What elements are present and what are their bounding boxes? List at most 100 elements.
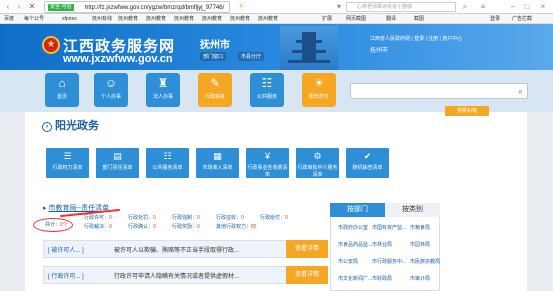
stat-force: 行政强制：0	[172, 215, 200, 221]
dept-link[interactable]: 市政府办公室	[338, 224, 368, 231]
agency-icon: ⚙	[313, 151, 322, 161]
content-panel	[25, 112, 527, 291]
market-icon: ▦	[213, 151, 222, 161]
ext-tool[interactable]: 截图	[414, 15, 424, 23]
dept-link[interactable]: 市国有资产监...	[372, 224, 406, 231]
ext-tool[interactable]: 登录	[490, 15, 500, 23]
dept-link[interactable]: 市林业局	[372, 241, 392, 248]
browser-search-input[interactable]: 心疼老师赋诗说道小猫咖	[346, 2, 456, 12]
menu-sunshine-gov[interactable]: ☀ 阳光政务	[302, 73, 336, 107]
menu-public-service[interactable]: ☷ 公共服务	[250, 73, 284, 107]
menu-personal[interactable]: ☺ 个人办事	[94, 73, 128, 107]
minimize-icon[interactable]: –	[508, 2, 518, 12]
stat-reward: 行政奖励：0	[172, 224, 200, 230]
dept-link[interactable]: 市行政服务中...	[372, 258, 406, 265]
menu-approval[interactable]: ✎ 行政审批	[198, 73, 232, 107]
maximize-icon[interactable]: □	[522, 2, 532, 12]
tower-illustration	[280, 26, 338, 70]
bookmarks-bar: 百度 每个公号 sfpnes 抚州有线 抚州教育 抚州教育 抚州教育 抚州教育 …	[0, 14, 553, 24]
dept-link[interactable]: 市财政局	[372, 275, 392, 282]
bookmark-item[interactable]: 抚州教育	[202, 15, 222, 23]
bookmark-item[interactable]: 抚州有线	[92, 15, 112, 23]
site-domain: www.jxzwfww.gov.cn	[63, 53, 173, 65]
dept-link[interactable]: 市食品药品监...	[338, 241, 372, 248]
menu-legal-person[interactable]: ♜ 法人办事	[146, 73, 180, 107]
building-icon: ♜	[157, 76, 169, 90]
stat-levy: 行政征收：0	[216, 215, 244, 221]
search-icon[interactable]: ⌕	[460, 2, 470, 12]
dept-window-link[interactable]: 部门窗口	[200, 52, 227, 61]
dept-link[interactable]: 市公安局	[338, 258, 358, 265]
annotation-circle	[33, 218, 73, 232]
list-item[interactable]: [ 被许可人... ] 被许可人以欺骗、贿赂等不正当手段取得行政...	[43, 240, 301, 258]
list-icon: ☰	[63, 151, 72, 161]
address-bar[interactable]: 安全·可信 http://fz.jxzwfww.gov.cn/ygzw/bmzr…	[44, 1, 230, 13]
stat-other: 其他行政权力：85	[216, 224, 257, 230]
dept-link[interactable]: 市文化新闻广...	[338, 275, 372, 282]
bookmark-item[interactable]: 抚州教育	[146, 15, 166, 23]
window-close-icon[interactable]: ×	[538, 2, 548, 12]
forward-icon[interactable]: ›	[14, 2, 24, 12]
stat-payment: 行政给付：0	[260, 215, 288, 221]
list-item[interactable]: [ 行政许可... ] 行政许可申请人隐瞒有关情况或者提供虚假材...	[43, 266, 301, 284]
approval-icon: ✎	[209, 76, 221, 90]
tab-inspection-list[interactable]: ✔ 随机抽查清单	[346, 148, 389, 178]
url-text[interactable]: http://fz.jxzwfww.gov.cn/ygzw/bmzrqd/bmf…	[85, 4, 224, 12]
bookmark-item[interactable]: 抚州教育	[230, 15, 250, 23]
fee-icon: ¥	[264, 151, 270, 161]
tab-duty-list[interactable]: ▤ 部门责任清单	[96, 148, 139, 178]
security-badge: 安全·可信	[48, 4, 74, 11]
dept-link[interactable]: 市审计局	[410, 275, 430, 282]
doc-icon: ▤	[113, 151, 122, 161]
check-icon: ✔	[363, 151, 372, 161]
service-icon: ☷	[163, 151, 172, 161]
lightning-icon[interactable]: ⚡	[236, 2, 246, 12]
stat-penalty: 行政处罚：0	[128, 215, 156, 221]
stat-ruling: 行政裁决：0	[84, 224, 112, 230]
ext-tool[interactable]: 翻译	[386, 15, 396, 23]
ext-tool[interactable]: 网页截图	[346, 15, 366, 23]
bookmark-item[interactable]: 百度	[4, 15, 14, 23]
dept-link[interactable]: 市园林局	[410, 241, 430, 248]
dept-link[interactable]: 市粮食局	[410, 224, 430, 231]
ext-tool[interactable]: 扩展	[322, 15, 332, 23]
county-hall-link[interactable]: 市县分厅	[238, 52, 265, 61]
view-details-button[interactable]: 查看详情	[286, 266, 328, 284]
dept-link[interactable]: 市民族宗教局	[410, 258, 440, 265]
close-icon[interactable]: ✕	[27, 2, 37, 12]
tab-by-dept[interactable]: 按部门	[330, 203, 385, 217]
person-icon: ☺	[104, 76, 118, 90]
top-city: 抚州市	[370, 48, 389, 54]
bookmark-item[interactable]: sfpnes	[62, 15, 77, 23]
section-title: › 阳光政务	[42, 117, 99, 133]
report-error-button[interactable]: 我要纠错	[445, 106, 489, 116]
menu-icon[interactable]: ≡	[478, 2, 488, 12]
tab-fee-list[interactable]: ¥ 行政事业性收费清单	[246, 148, 289, 178]
bookmark-item[interactable]: 抚州教育	[118, 15, 138, 23]
site-search-input[interactable]: ⌕	[350, 83, 528, 99]
view-details-button[interactable]: 查看详情	[286, 240, 328, 258]
back-icon[interactable]: ‹	[3, 2, 13, 12]
sun-icon: ☀	[313, 76, 325, 90]
search-icon[interactable]: ⌕	[518, 86, 523, 97]
tab-power-list[interactable]: ☰ 行政权力清单	[46, 148, 89, 178]
ext-tool[interactable]: 广告拦截	[512, 15, 532, 23]
tab-by-category[interactable]: 按类别	[385, 203, 440, 217]
city-name: 抚州市	[200, 40, 230, 51]
bookmark-item[interactable]: 抚州教育	[258, 15, 278, 23]
stat-confirm: 行政确认：0	[128, 224, 156, 230]
tab-service-list[interactable]: ☷ 公共服务清单	[146, 148, 189, 178]
arrow-right-icon: ›	[42, 122, 52, 132]
stat-license: 行政许可：0	[84, 215, 112, 221]
browser-toolbar: ‹ › ✕ 安全·可信 http://fz.jxzwfww.gov.cn/ygz…	[0, 0, 553, 14]
service-icon: ☷	[261, 76, 273, 90]
bookmark-item[interactable]: 每个公号	[24, 15, 44, 23]
top-links[interactable]: 江西省人民政府网 | 登录 | 注册 | 用户中心	[370, 35, 462, 42]
tab-agency-list[interactable]: ⚙ 行政审批中介服务清单	[296, 148, 339, 178]
bookmark-item[interactable]: 抚州教育	[174, 15, 194, 23]
home-icon: ⌂	[58, 76, 66, 90]
tab-market-list[interactable]: ▦ 市场准入清单	[196, 148, 239, 178]
national-emblem-icon: ★	[42, 36, 60, 54]
chevron-down-icon[interactable]: ▾	[334, 2, 344, 12]
menu-home[interactable]: ⌂ 首页	[45, 73, 79, 107]
